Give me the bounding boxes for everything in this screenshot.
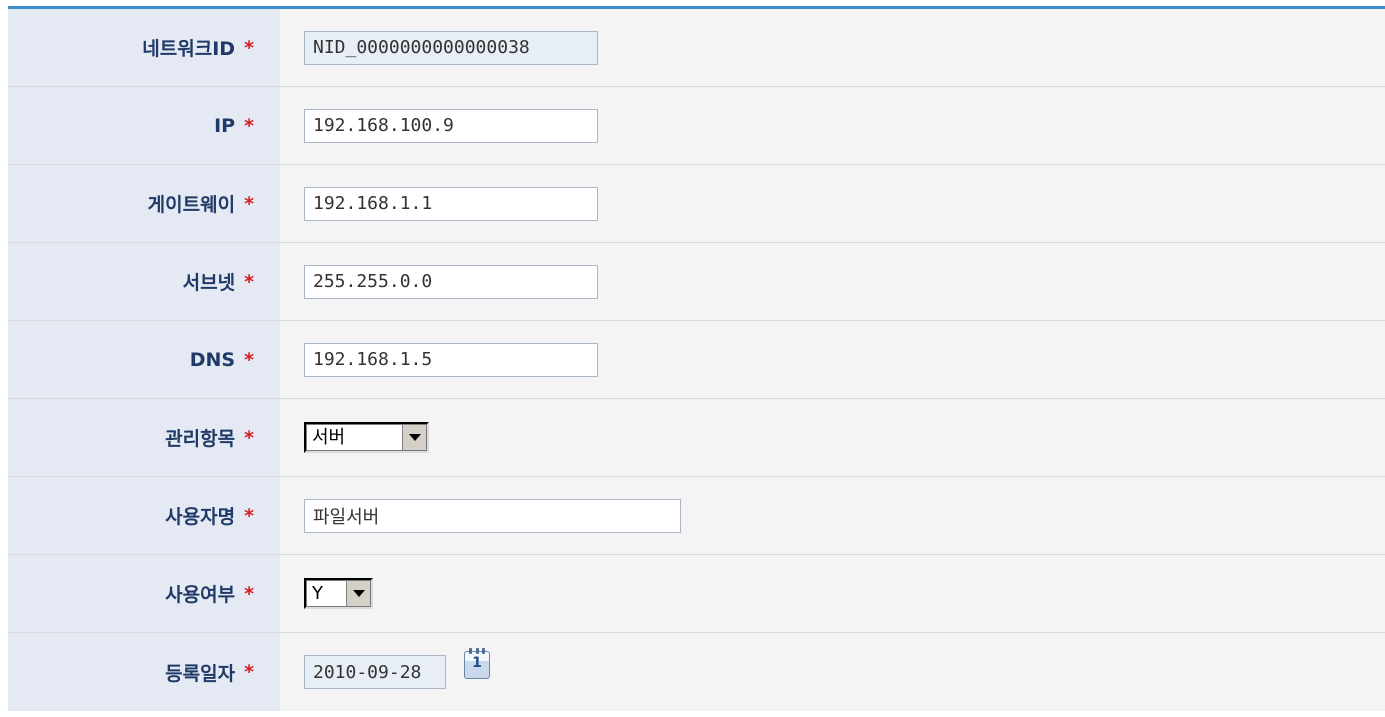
user-name-field[interactable] [304, 498, 681, 533]
in-use-label: 사용여부 * [8, 555, 280, 632]
row-in-use: 사용여부 * Y [8, 555, 1385, 633]
dns-field[interactable] [304, 342, 598, 377]
user-name-label: 사용자명 * [8, 477, 280, 554]
category-select[interactable]: 서버 [304, 422, 429, 453]
required-mark: * [244, 270, 254, 293]
ip-field[interactable] [304, 108, 598, 143]
reg-date-label: 등록일자 * [8, 633, 280, 711]
network-id-label: 네트워크ID * [8, 9, 280, 86]
required-mark: * [244, 426, 254, 449]
subnet-label: 서브넷 * [8, 243, 280, 320]
dns-label: DNS * [8, 321, 280, 398]
required-mark: * [244, 114, 254, 137]
calendar-icon[interactable]: 1 [464, 648, 490, 679]
chevron-down-icon[interactable] [346, 580, 371, 607]
subnet-field[interactable] [304, 264, 598, 299]
gateway-label: 게이트웨이 * [8, 165, 280, 242]
required-mark: * [244, 192, 254, 215]
required-mark: * [244, 36, 254, 59]
in-use-select[interactable]: Y [304, 578, 373, 609]
gateway-field[interactable] [304, 186, 598, 221]
row-reg-date: 등록일자 * 1 [8, 633, 1385, 711]
in-use-selected-value: Y [312, 583, 323, 604]
row-network-id: 네트워크ID * [8, 9, 1385, 87]
chevron-down-icon[interactable] [402, 424, 427, 451]
required-mark: * [244, 504, 254, 527]
row-user-name: 사용자명 * [8, 477, 1385, 555]
required-mark: * [244, 348, 254, 371]
network-detail-form: 네트워크ID * IP * 게이트웨이 * 서브넷 * [8, 6, 1385, 711]
category-label: 관리항목 * [8, 399, 280, 476]
row-category: 관리항목 * 서버 [8, 399, 1385, 477]
reg-date-field[interactable] [304, 655, 446, 689]
network-id-field[interactable] [304, 30, 598, 65]
row-ip: IP * [8, 87, 1385, 165]
required-mark: * [244, 582, 254, 605]
required-mark: * [244, 661, 254, 683]
category-selected-value: 서버 [312, 427, 346, 448]
ip-label: IP * [8, 87, 280, 164]
row-subnet: 서브넷 * [8, 243, 1385, 321]
row-gateway: 게이트웨이 * [8, 165, 1385, 243]
row-dns: DNS * [8, 321, 1385, 399]
